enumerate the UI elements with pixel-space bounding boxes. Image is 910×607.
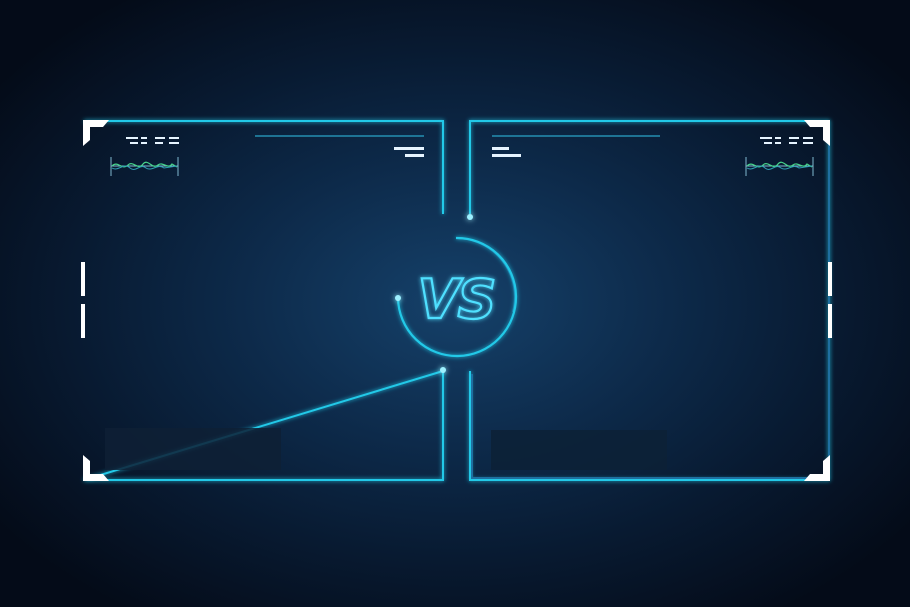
left-info-ticks	[126, 137, 179, 144]
left-player-panel	[81, 120, 444, 481]
right-waveform-monitor	[745, 157, 814, 176]
right-status-dots	[492, 147, 521, 157]
right-player-panel	[469, 120, 832, 481]
left-waveform-monitor	[110, 157, 179, 176]
right-top-node	[467, 214, 473, 220]
left-bottom-node	[440, 367, 446, 373]
right-panel-frame	[469, 120, 830, 481]
ring-start-node	[395, 295, 401, 301]
vs-badge: VS	[396, 236, 518, 358]
right-name-plate	[491, 430, 667, 470]
left-status-dots	[394, 147, 424, 157]
left-panel-frame	[83, 120, 444, 481]
right-info-ticks	[760, 137, 813, 144]
right-corner-brackets	[804, 120, 832, 481]
versus-screen: VS	[81, 120, 832, 481]
left-corner-brackets	[81, 120, 109, 481]
left-name-plate	[105, 428, 281, 470]
vs-label: VS	[418, 268, 495, 331]
right-panel-frame-dim	[471, 130, 830, 479]
